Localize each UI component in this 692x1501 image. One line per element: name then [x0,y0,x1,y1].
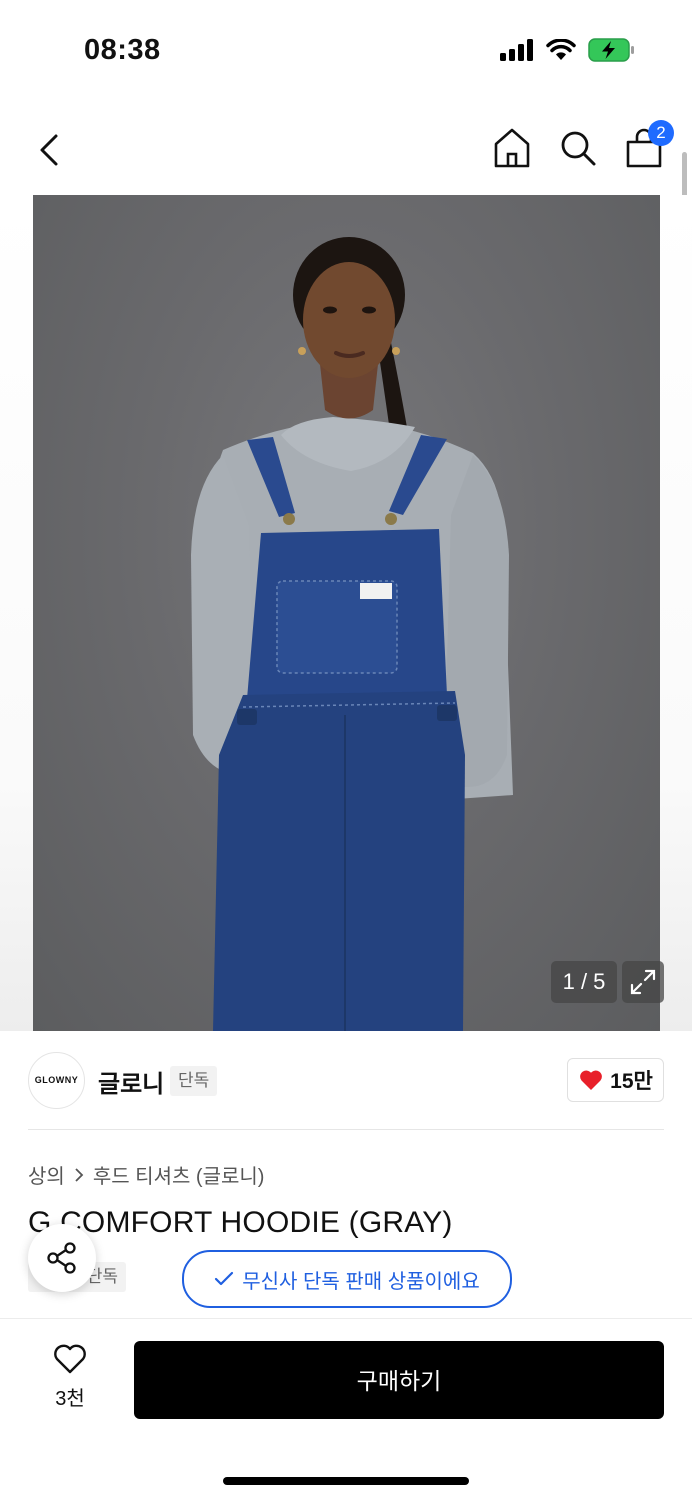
exclusive-sale-text: 무신사 단독 판매 상품이에요 [242,1270,480,1293]
nav-actions: 2 [492,120,674,170]
share-button[interactable] [28,1224,96,1292]
brand-row: GLOWNY 글로니 단독 15만 [28,1052,664,1110]
share-icon [47,1242,76,1274]
signal-icon [500,39,533,61]
cart-button[interactable]: 2 [624,120,674,170]
back-button[interactable] [30,130,70,170]
bottom-action-bar: 3천 구매하기 [0,1318,692,1501]
divider [28,1129,664,1130]
brand-like-count: 15만 [610,1070,653,1093]
expand-image-button[interactable] [622,961,664,1003]
home-button[interactable] [492,126,532,170]
model-photo [191,237,513,1031]
exclusive-sale-banner: 무신사 단독 판매 상품이에요 [182,1250,512,1308]
expand-icon [630,969,656,995]
brand-logo[interactable]: GLOWNY [28,1052,85,1109]
home-indicator [223,1477,469,1485]
heart-outline-icon [54,1344,86,1374]
cart-count-badge: 2 [648,120,674,146]
product-image[interactable] [33,195,660,1031]
image-counter: 1 / 5 [551,961,617,1003]
search-button[interactable] [558,126,598,170]
breadcrumb-subcategory[interactable]: 후드 티셔츠 (글로니) [93,1160,265,1189]
status-icons [500,38,636,62]
product-title: G COMFORT HOODIE (GRAY) [28,1206,453,1239]
brand-name[interactable]: 글로니 [98,1064,164,1099]
wishlist-count: 3천 [55,1388,85,1410]
heart-filled-icon [580,1070,603,1090]
wishlist-button[interactable]: 3천 [40,1343,100,1411]
buy-button[interactable]: 구매하기 [134,1341,664,1419]
breadcrumb: 상의 후드 티셔츠 (글로니) [28,1160,264,1189]
home-icon [494,128,530,168]
gallery-edge-left [0,195,33,1031]
wifi-icon [546,39,576,60]
top-nav-bar: 2 [0,110,692,190]
check-icon [215,1271,234,1286]
chevron-left-icon [40,134,58,166]
battery-charging-icon [588,38,634,62]
status-bar: 08:38 [0,0,692,100]
brand-like-button[interactable]: 15만 [567,1058,664,1102]
search-icon [561,131,596,166]
status-time: 08:38 [84,34,161,66]
gallery-edge-right [660,195,692,1031]
breadcrumb-category[interactable]: 상의 [28,1160,65,1189]
chevron-right-icon [75,1167,84,1182]
exclusive-badge: 단독 [170,1066,218,1096]
